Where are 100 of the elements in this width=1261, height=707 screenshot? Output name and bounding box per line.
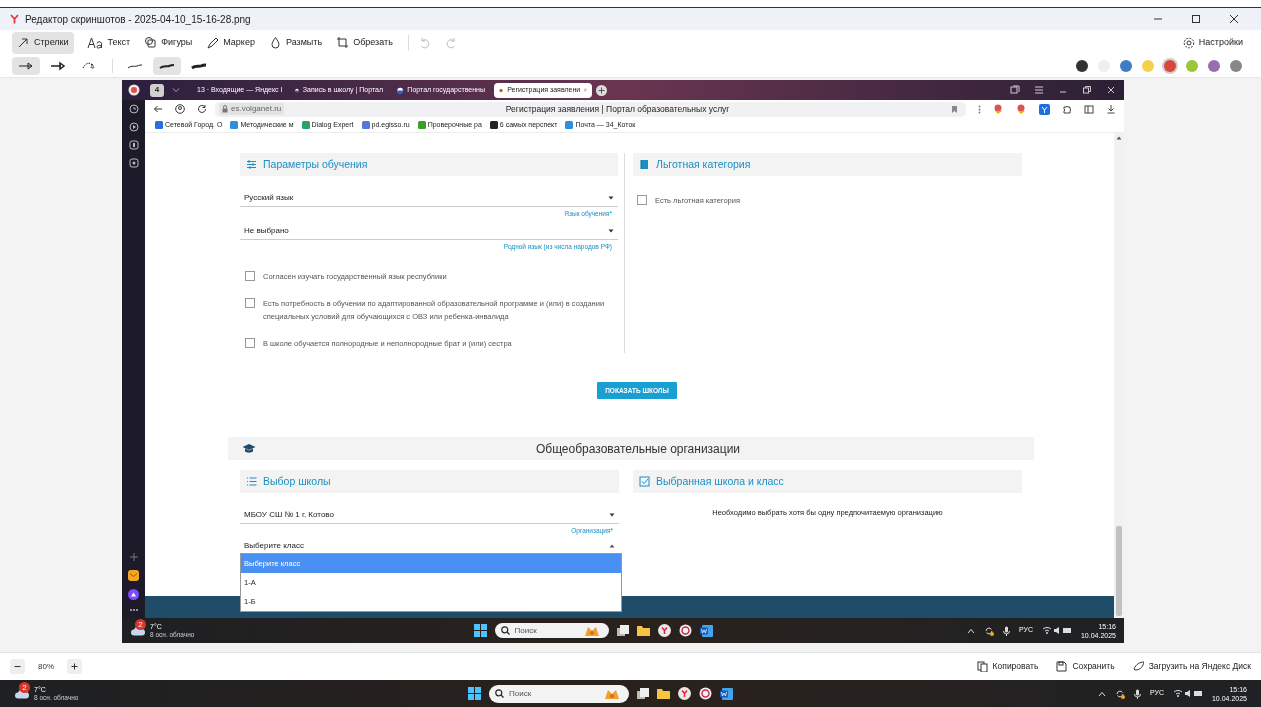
tool-button[interactable]: Текст	[77, 31, 136, 54]
start-icon[interactable]	[473, 624, 487, 637]
select-field[interactable]: Не выбрано	[240, 222, 618, 240]
collections-icon[interactable]	[1084, 104, 1094, 114]
scroll-up-icon[interactable]	[1116, 135, 1122, 140]
window-title: Редактор скриншотов - 2025-04-10_15-16-28.png	[25, 12, 251, 27]
tool-button[interactable]: Обрезать	[331, 31, 398, 54]
puzzle-icon[interactable]	[1062, 104, 1072, 114]
panel-title: Выбранная школа и класс	[656, 473, 784, 489]
page-title: Регистрация заявления | Портал образовательных услуг	[504, 102, 731, 116]
download-icon[interactable]	[1106, 104, 1116, 114]
back-icon[interactable]	[153, 104, 163, 114]
sync-icon[interactable]	[1114, 688, 1125, 699]
tool-button[interactable]: Маркер	[201, 31, 260, 54]
checkbox[interactable]	[245, 270, 255, 281]
arrow-icon	[50, 60, 66, 72]
tabs-icon[interactable]	[1010, 85, 1020, 95]
shapes-tool-icon	[144, 36, 158, 49]
extension-icon[interactable]	[1039, 103, 1050, 115]
bookmark-icon[interactable]	[951, 104, 958, 114]
chevron-down-icon[interactable]	[172, 86, 180, 94]
browser-icon[interactable]	[678, 687, 691, 700]
checked-box-icon	[639, 476, 650, 487]
graduation-cap-icon	[242, 443, 256, 454]
checkbox[interactable]	[637, 195, 647, 205]
zoom-out-button[interactable]	[10, 659, 25, 674]
search-field[interactable]: Поиск	[489, 684, 629, 703]
checkbox[interactable]	[245, 337, 255, 348]
scrollbar[interactable]	[1114, 133, 1124, 618]
task-view-icon[interactable]	[637, 687, 649, 700]
play-icon[interactable]	[128, 122, 139, 132]
start-icon[interactable]	[468, 687, 481, 700]
network-sound-battery-icon[interactable]	[1172, 689, 1203, 698]
zoom-in-button[interactable]	[67, 659, 82, 674]
footer-action[interactable]: Сохранить	[1056, 660, 1115, 673]
browser-icon[interactable]	[657, 624, 671, 637]
history-icon[interactable]	[128, 104, 139, 114]
caret-up-icon	[609, 543, 615, 548]
color-swatch[interactable]	[1120, 60, 1132, 72]
add-icon[interactable]	[128, 552, 139, 562]
gallery-icon[interactable]	[128, 158, 139, 168]
menu-icon[interactable]	[1034, 85, 1044, 95]
browser-profile-icon[interactable]	[128, 84, 140, 96]
reload-icon[interactable]	[197, 104, 207, 114]
tab-counter[interactable]: 4	[150, 83, 164, 97]
color-swatch[interactable]	[1164, 60, 1176, 72]
microphone-icon[interactable]	[1002, 625, 1010, 636]
maximize-icon[interactable]	[1191, 14, 1201, 24]
crop-tool-icon	[336, 36, 350, 49]
stroke-icon	[159, 62, 175, 70]
restore-icon[interactable]	[1082, 85, 1092, 95]
settings-icon	[1182, 36, 1195, 49]
bookmark-favicon-icon	[489, 121, 498, 129]
chevron-up-icon[interactable]	[1097, 690, 1106, 697]
bookmark-favicon-icon	[417, 121, 426, 129]
sync-icon[interactable]	[983, 625, 994, 636]
bookmark-favicon-icon	[155, 121, 163, 129]
minus-icon	[14, 663, 21, 670]
search-field[interactable]: Поиск	[494, 623, 609, 638]
mail-icon[interactable]	[128, 570, 139, 581]
settings-button[interactable]: Настройки	[1182, 35, 1243, 50]
network-sound-battery-icon[interactable]	[1041, 626, 1072, 635]
chevron-up-icon[interactable]	[966, 627, 975, 634]
account-icon[interactable]	[175, 104, 185, 114]
select-field[interactable]: Русский язык	[240, 190, 618, 207]
word-icon[interactable]	[720, 687, 733, 700]
footer-action[interactable]: Загрузить на Яндекс Диск	[1132, 660, 1251, 673]
color-swatch[interactable]	[1186, 60, 1198, 72]
close-icon[interactable]	[1229, 14, 1239, 24]
task-view-icon[interactable]	[616, 624, 629, 637]
folder-icon[interactable]	[636, 625, 650, 636]
tool-button[interactable]: Стрелки	[12, 31, 74, 54]
line-width-button[interactable]	[153, 57, 181, 75]
arrow-style-button[interactable]	[12, 57, 40, 75]
color-swatch[interactable]	[1142, 60, 1154, 72]
address-bar[interactable]: es.volganet.ru Регистрация заявления | Портал образовательных услуг	[215, 101, 966, 117]
new-tab-icon[interactable]	[596, 84, 607, 96]
section-title: Общеобразовательные организации	[534, 440, 742, 458]
folder-icon[interactable]	[657, 688, 670, 699]
color-swatch[interactable]	[1230, 60, 1242, 72]
checkbox[interactable]	[245, 297, 255, 308]
apps-icon[interactable]	[128, 140, 139, 150]
bookmark-favicon-icon	[230, 121, 239, 129]
book-icon	[639, 159, 650, 170]
alice-icon[interactable]	[128, 589, 139, 600]
app-icon[interactable]	[678, 624, 692, 637]
select-field[interactable]: МБОУ СШ № 1 г. Котово	[240, 507, 619, 524]
extension-icon[interactable]	[1016, 103, 1027, 115]
color-swatch[interactable]	[1076, 60, 1088, 72]
tool-button[interactable]: Размыть	[263, 31, 328, 54]
more-icon[interactable]	[978, 104, 981, 114]
microphone-icon[interactable]	[1133, 688, 1141, 699]
caret-down-icon	[608, 196, 614, 200]
more-icon[interactable]	[128, 608, 139, 612]
app-icon[interactable]	[699, 687, 712, 700]
tool-button[interactable]: Фигуры	[139, 31, 198, 54]
color-swatch[interactable]	[1208, 60, 1220, 72]
extension-icon[interactable]	[993, 103, 1004, 115]
word-icon[interactable]	[699, 624, 713, 637]
footer-action[interactable]: Копировать	[976, 660, 1039, 673]
